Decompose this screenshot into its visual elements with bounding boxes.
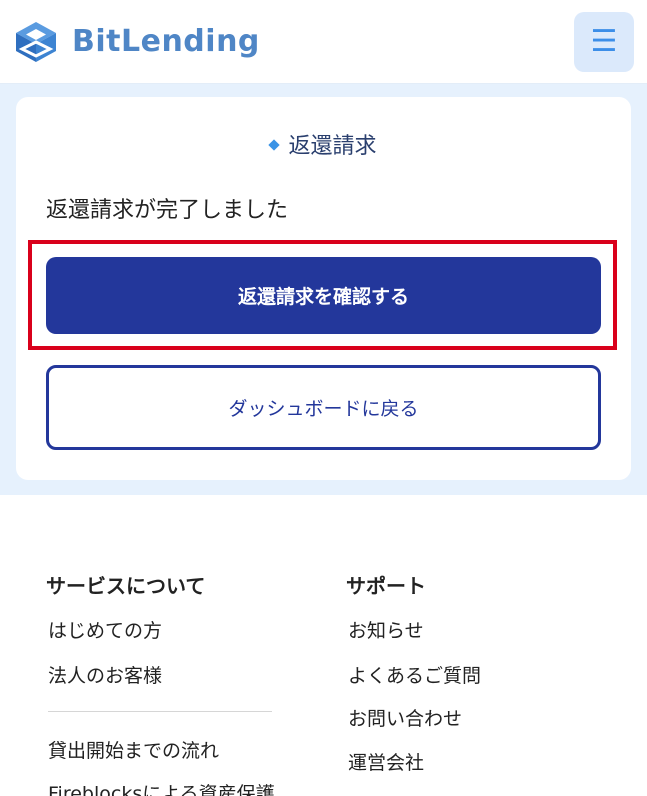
logo-text: BitLending [72, 24, 260, 59]
hamburger-icon: ☰ [590, 24, 618, 59]
site-header: BitLending ☰ [0, 0, 647, 84]
footer-link-company[interactable]: 運営会社 [348, 750, 424, 776]
completion-message: 返還請求が完了しました [46, 198, 289, 223]
footer-link-faq[interactable]: よくあるご質問 [348, 663, 481, 689]
back-to-dashboard-button[interactable]: ダッシュボードに戻る [46, 365, 601, 450]
confirm-return-request-button[interactable]: 返還請求を確認する [46, 257, 601, 334]
footer-divider [48, 711, 272, 712]
bitlending-logo[interactable]: BitLending [14, 18, 260, 66]
footer-link-contact[interactable]: お問い合わせ [348, 706, 462, 732]
footer-link-fireblocks[interactable]: Fireblocksによる資産保護 [48, 781, 275, 796]
diamond-icon [268, 139, 281, 151]
footer-link-getting-started[interactable]: はじめての方 [48, 618, 162, 644]
menu-button[interactable]: ☰ [574, 12, 634, 72]
footer-support-heading: サポート [346, 574, 426, 598]
footer-link-lending-flow[interactable]: 貸出開始までの流れ [48, 738, 219, 764]
section-title: 返還請求 [0, 132, 647, 162]
footer-link-news[interactable]: お知らせ [348, 618, 424, 644]
footer-link-corporate[interactable]: 法人のお客様 [48, 663, 162, 689]
footer-services-heading: サービスについて [46, 574, 206, 598]
section-title-text: 返還請求 [288, 134, 377, 159]
bitlending-logo-icon [16, 22, 56, 62]
